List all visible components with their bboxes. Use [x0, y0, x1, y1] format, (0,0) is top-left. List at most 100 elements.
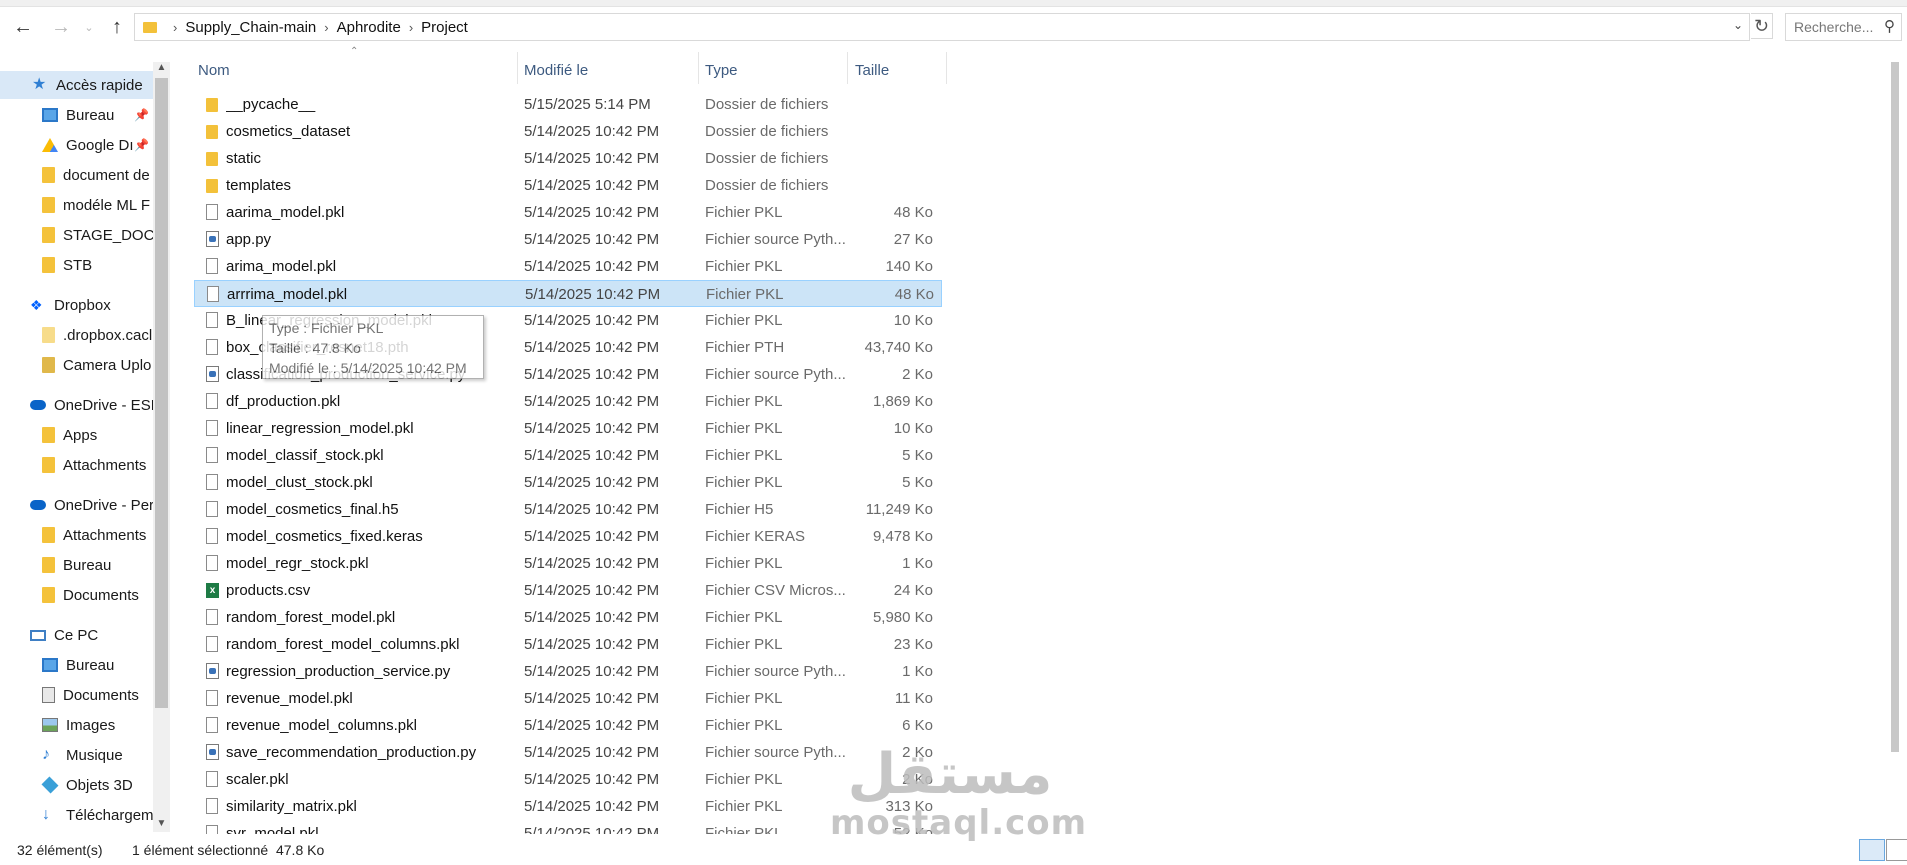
- sidebar-item-documents-pc[interactable]: Documents: [42, 681, 139, 709]
- sidebar-item-document[interactable]: document de: [42, 161, 150, 189]
- sidebar-scrollbar-thumb[interactable]: [155, 78, 168, 708]
- sidebar-item-label: Documents: [63, 686, 139, 704]
- file-type: Fichier PKL: [705, 555, 783, 572]
- sidebar-item-bureau-2[interactable]: Bureau: [42, 551, 111, 579]
- file-row[interactable]: linear_regression_model.pkl 5/14/2025 10:…: [194, 415, 942, 442]
- sidebar-item-bureau-pc[interactable]: Bureau: [42, 651, 114, 679]
- sidebar-item-documents[interactable]: Documents: [42, 581, 139, 609]
- breadcrumb-item[interactable]: Project: [421, 19, 468, 36]
- onedrive-icon: [30, 500, 46, 510]
- sidebar-item-bureau[interactable]: Bureau: [42, 101, 114, 129]
- file-icon: [206, 474, 218, 490]
- column-header-type[interactable]: Type: [705, 54, 738, 86]
- file-row[interactable]: static 5/14/2025 10:42 PM Dossier de fichi…: [194, 145, 942, 172]
- sidebar-item-telechargements[interactable]: ↓ Téléchargeme: [42, 801, 153, 829]
- sidebar-item-camera-uploads[interactable]: Camera Uplo: [42, 351, 151, 379]
- file-row[interactable]: revenue_model_columns.pkl 5/14/2025 10:42…: [194, 712, 942, 739]
- scroll-up-icon[interactable]: ▲: [153, 62, 170, 73]
- file-row[interactable]: df_production.pkl 5/14/2025 10:42 PM Fichi…: [194, 388, 942, 415]
- address-bar[interactable]: › Supply_Chain-main › Aphrodite › Projec…: [134, 13, 1750, 41]
- back-arrow-icon[interactable]: ←: [10, 14, 36, 40]
- up-arrow-icon[interactable]: ↑: [104, 14, 130, 40]
- sidebar-item-acces-rapide[interactable]: ★ Accès rapide: [0, 71, 153, 99]
- sidebar-item-dropbox-cache[interactable]: .dropbox.cacl: [42, 321, 152, 349]
- file-row[interactable]: model_clust_stock.pkl 5/14/2025 10:42 PM F…: [194, 469, 942, 496]
- file-name: df_production.pkl: [226, 393, 341, 410]
- scrollbar-thumb[interactable]: [1891, 62, 1899, 752]
- folder-icon: [206, 179, 218, 193]
- tooltip-modified: Modifié le : 5/14/2025 10:42 PM: [269, 360, 467, 376]
- breadcrumb-item[interactable]: Aphrodite: [337, 19, 401, 36]
- column-divider[interactable]: [698, 52, 699, 84]
- sidebar-item-attachments-2[interactable]: Attachments: [42, 521, 146, 549]
- pin-icon[interactable]: 📌: [134, 108, 149, 122]
- column-divider[interactable]: [517, 52, 518, 84]
- folder-icon: [143, 21, 157, 33]
- file-row[interactable]: aarima_model.pkl 5/14/2025 10:42 PM Fichie…: [194, 199, 942, 226]
- forward-arrow-icon[interactable]: →: [48, 14, 74, 40]
- file-date: 5/14/2025 10:42 PM: [524, 123, 660, 140]
- file-type: Fichier PKL: [705, 474, 783, 491]
- file-size: 27 Ko: [893, 231, 933, 248]
- sidebar-item-attachments[interactable]: Attachments: [42, 451, 146, 479]
- file-row[interactable]: model_cosmetics_final.h5 5/14/2025 10:42 …: [194, 496, 942, 523]
- sidebar-item-ce-pc[interactable]: Ce PC: [30, 621, 98, 649]
- file-row[interactable]: random_forest_model_columns.pkl 5/14/2025…: [194, 631, 942, 658]
- sidebar-item-onedrive-personal[interactable]: OneDrive - Per: [30, 491, 153, 519]
- file-row[interactable]: model_cosmetics_fixed.keras 5/14/2025 10:…: [194, 523, 942, 550]
- file-row[interactable]: __pycache__ 5/15/2025 5:14 PM Dossier de f…: [194, 91, 942, 118]
- search-placeholder: Recherche...: [1794, 19, 1874, 35]
- onedrive-icon: [30, 400, 46, 410]
- file-row[interactable]: cosmetics_dataset 5/14/2025 10:42 PM Dossi…: [194, 118, 942, 145]
- large-icons-view-icon[interactable]: [1886, 839, 1907, 861]
- file-row[interactable]: templates 5/14/2025 10:42 PM Dossier de fi…: [194, 172, 942, 199]
- column-header-date[interactable]: Modifié le: [524, 54, 588, 86]
- file-icon: [206, 501, 218, 517]
- details-view-icon[interactable]: [1859, 839, 1885, 861]
- file-row[interactable]: arrrima_model.pkl 5/14/2025 10:42 PM Fichi…: [194, 280, 942, 307]
- chevron-right-icon[interactable]: ›: [409, 20, 413, 35]
- column-header-size[interactable]: Taille: [855, 54, 889, 86]
- file-date: 5/14/2025 10:42 PM: [525, 286, 661, 303]
- sidebar-item-objets-3d[interactable]: Objets 3D: [41, 771, 133, 799]
- chevron-right-icon[interactable]: ›: [173, 20, 177, 35]
- sidebar-item-dropbox[interactable]: ❖ Dropbox: [30, 291, 111, 319]
- sidebar-item-apps[interactable]: Apps: [42, 421, 97, 449]
- file-row[interactable]: regression_production_service.py 5/14/202…: [194, 658, 942, 685]
- file-row[interactable]: app.py 5/14/2025 10:42 PM Fichier source P…: [194, 226, 942, 253]
- refresh-icon[interactable]: ↻: [1751, 13, 1773, 39]
- dropbox-icon: ❖: [30, 297, 43, 313]
- sidebar-item-label: Attachments: [63, 456, 147, 474]
- images-icon: [42, 718, 58, 732]
- file-row[interactable]: arima_model.pkl 5/14/2025 10:42 PM Fichier…: [194, 253, 942, 280]
- file-row[interactable]: revenue_model.pkl 5/14/2025 10:42 PM Fichi…: [194, 685, 942, 712]
- file-row[interactable]: model_classif_stock.pkl 5/14/2025 10:42 P…: [194, 442, 942, 469]
- search-input[interactable]: Recherche... ⚲: [1785, 13, 1902, 41]
- sidebar-item-google-drive[interactable]: Google Dı: [42, 131, 134, 159]
- file-list-scrollbar[interactable]: [1889, 52, 1903, 832]
- breadcrumb-item[interactable]: Supply_Chain-main: [185, 19, 316, 36]
- sidebar-item-modele-ml[interactable]: modéle ML F: [42, 191, 150, 219]
- file-row[interactable]: random_forest_model.pkl 5/14/2025 10:42 P…: [194, 604, 942, 631]
- sidebar-item-onedrive-esf[interactable]: OneDrive - ESF: [30, 391, 153, 419]
- file-row[interactable]: x products.csv 5/14/2025 10:42 PM Fichier C…: [194, 577, 942, 604]
- sort-ascending-icon: ⌃: [350, 46, 359, 57]
- scroll-down-icon[interactable]: ▼: [153, 818, 170, 829]
- sidebar-item-images[interactable]: Images: [42, 711, 115, 739]
- address-dropdown-icon[interactable]: ⌄: [1733, 18, 1743, 32]
- column-divider[interactable]: [946, 52, 947, 84]
- column-divider[interactable]: [847, 52, 848, 84]
- sidebar-item-stb[interactable]: STB: [42, 251, 92, 279]
- column-header-name[interactable]: Nom: [198, 54, 230, 86]
- file-row[interactable]: model_regr_stock.pkl 5/14/2025 10:42 PM Fi…: [194, 550, 942, 577]
- recent-locations-chevron-icon[interactable]: ⌄: [76, 14, 102, 40]
- sidebar-item-musique[interactable]: ♪ Musique: [42, 741, 123, 769]
- file-size: [849, 145, 933, 172]
- sidebar-item-stage-docs[interactable]: STAGE_DOCS: [42, 221, 153, 249]
- pin-icon[interactable]: 📌: [134, 138, 149, 152]
- sidebar-item-label: Camera Uplo: [63, 356, 152, 374]
- file-date: 5/14/2025 10:42 PM: [524, 825, 660, 834]
- chevron-right-icon[interactable]: ›: [324, 20, 328, 35]
- file-size: 1 Ko: [902, 555, 933, 572]
- file-name: regression_production_service.py: [226, 663, 451, 680]
